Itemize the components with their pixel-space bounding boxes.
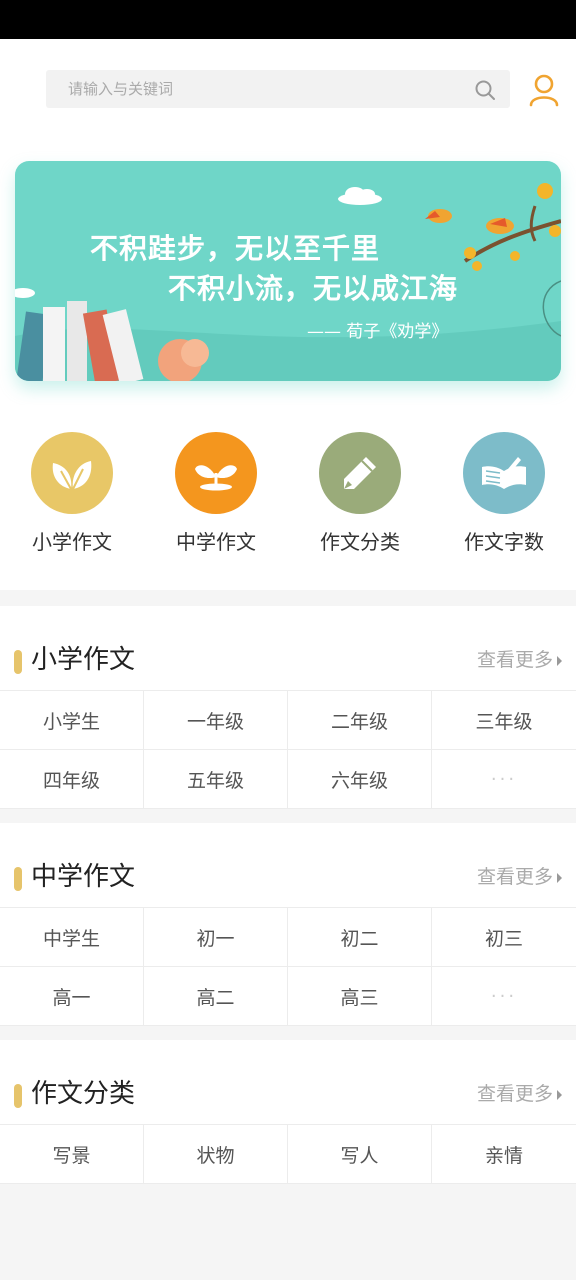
category-word-count[interactable]: 作文字数 <box>444 432 564 555</box>
grade-grid: 小学生 一年级 二年级 三年级 四年级 五年级 六年级 ··· <box>0 690 576 809</box>
search-icon[interactable] <box>474 79 496 101</box>
category-grid: 小学作文 中学作文 作文分类 作文字数 <box>0 405 576 590</box>
more-dots[interactable]: ··· <box>432 967 576 1026</box>
section-title: 作文分类 <box>31 1079 136 1109</box>
grade-item[interactable]: 三年级 <box>432 691 576 750</box>
header: 请输入与关键词 <box>0 39 576 135</box>
grade-item[interactable]: 高三 <box>288 967 432 1026</box>
grade-item[interactable]: 一年级 <box>144 691 288 750</box>
grade-item[interactable]: 五年级 <box>144 750 288 809</box>
chevron-right-icon <box>557 872 562 883</box>
grade-item[interactable]: 六年级 <box>288 750 432 809</box>
view-more-label: 查看更多 <box>476 1083 553 1105</box>
category-item[interactable]: 亲情 <box>432 1125 576 1184</box>
grade-item[interactable]: 初一 <box>144 908 288 967</box>
banner[interactable]: 不积跬步，无以至千里 不积小流，无以成江海 —— 荀子《劝学》 <box>15 161 561 381</box>
section-accent-bar <box>14 1084 22 1108</box>
chevron-right-icon <box>557 655 562 666</box>
search-placeholder: 请输入与关键词 <box>68 80 174 98</box>
category-label: 作文分类 <box>320 530 400 554</box>
section-accent-bar <box>14 867 22 891</box>
view-more-link[interactable]: 查看更多 <box>477 1079 562 1106</box>
section-accent-bar <box>14 650 22 674</box>
category-item[interactable]: 写景 <box>0 1125 144 1184</box>
search-input[interactable]: 请输入与关键词 <box>46 70 510 108</box>
book-icon <box>463 432 545 514</box>
banner-quote-line1: 不积跬步，无以至千里 <box>90 232 381 265</box>
category-label: 小学作文 <box>32 530 112 554</box>
grade-item[interactable]: 初二 <box>288 908 432 967</box>
view-more-link[interactable]: 查看更多 <box>477 862 562 889</box>
category-classification[interactable]: 作文分类 <box>300 432 420 555</box>
grade-item[interactable]: 高二 <box>144 967 288 1026</box>
section-title: 中学作文 <box>31 862 136 892</box>
view-more-label: 查看更多 <box>476 866 553 888</box>
section-essay-category: 作文分类 查看更多 写景 状物 写人 亲情 <box>0 1040 576 1184</box>
grade-item[interactable]: 中学生 <box>0 908 144 967</box>
category-primary-school[interactable]: 小学作文 <box>12 432 132 555</box>
category-middle-school[interactable]: 中学作文 <box>156 432 276 555</box>
banner-area: 不积跬步，无以至千里 不积小流，无以成江海 —— 荀子《劝学》 <box>0 135 576 405</box>
grade-item[interactable]: 小学生 <box>0 691 144 750</box>
view-more-link[interactable]: 查看更多 <box>477 645 562 672</box>
section-header: 中学作文 查看更多 <box>0 823 576 907</box>
view-more-label: 查看更多 <box>476 649 553 671</box>
banner-quote-author: —— 荀子《劝学》 <box>307 322 449 342</box>
section-middle-school: 中学作文 查看更多 中学生 初一 初二 初三 高一 高二 高三 ··· <box>0 823 576 1026</box>
pencil-icon <box>319 432 401 514</box>
grade-grid: 中学生 初一 初二 初三 高一 高二 高三 ··· <box>0 907 576 1026</box>
grade-item[interactable]: 高一 <box>0 967 144 1026</box>
section-header: 作文分类 查看更多 <box>0 1040 576 1124</box>
grade-item[interactable]: 初三 <box>432 908 576 967</box>
section-title: 小学作文 <box>31 645 136 675</box>
category-label: 作文字数 <box>464 530 544 554</box>
chevron-right-icon <box>557 1089 562 1100</box>
category-item[interactable]: 状物 <box>144 1125 288 1184</box>
grade-item[interactable]: 二年级 <box>288 691 432 750</box>
category-grid-items: 写景 状物 写人 亲情 <box>0 1124 576 1184</box>
sprout-icon <box>175 432 257 514</box>
user-icon[interactable] <box>528 73 560 107</box>
category-label: 中学作文 <box>176 530 256 554</box>
section-primary-school: 小学作文 查看更多 小学生 一年级 二年级 三年级 四年级 五年级 六年级 ··… <box>0 606 576 809</box>
status-bar <box>0 0 576 39</box>
section-header: 小学作文 查看更多 <box>0 606 576 690</box>
grade-item[interactable]: 四年级 <box>0 750 144 809</box>
banner-quote-line2: 不积小流，无以成江海 <box>168 272 459 305</box>
category-item[interactable]: 写人 <box>288 1125 432 1184</box>
more-dots[interactable]: ··· <box>432 750 576 809</box>
leaf-icon <box>31 432 113 514</box>
